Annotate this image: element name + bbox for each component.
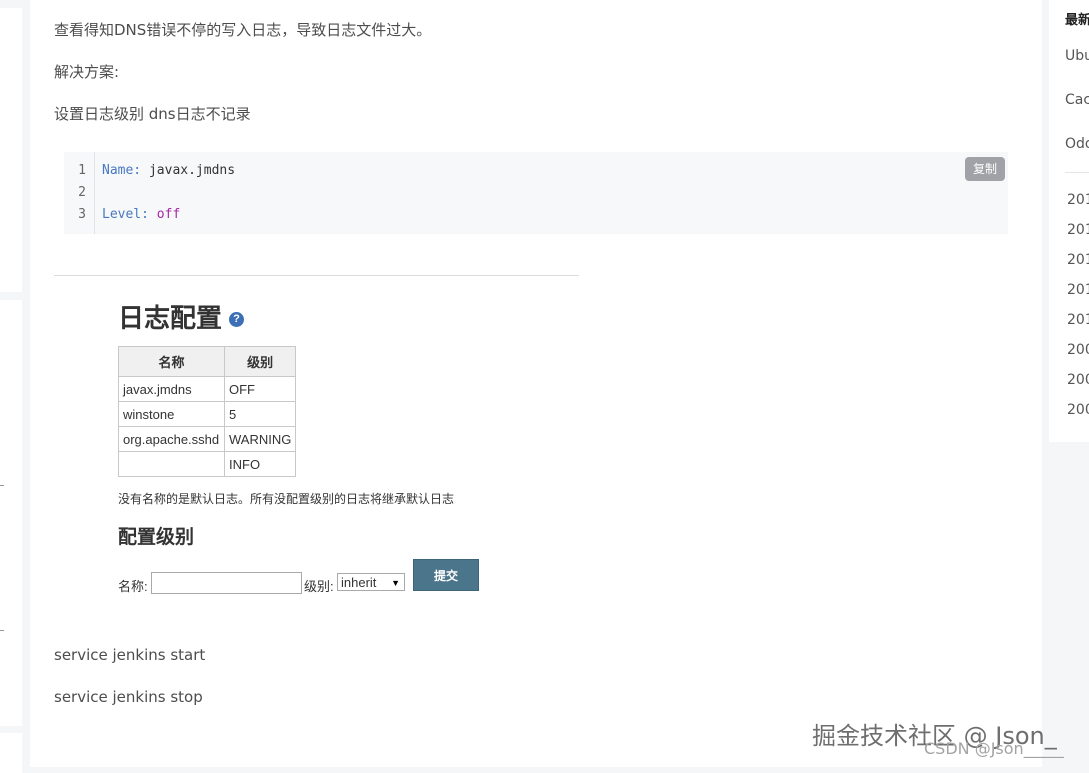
logger-name-input[interactable] [151,572,302,594]
sidebar-archive-item[interactable]: 201 [1067,252,1089,268]
article-paragraph-solution: 设置日志级别 dns日志不记录 [54,105,251,123]
sidebar-archive-item[interactable]: 201 [1067,312,1089,328]
left-sidebar [0,0,24,773]
code-line-numbers: 1 2 3 [64,152,95,234]
right-sidebar-latest: 最新 Ubu Cac Odo 201 201 201 201 201 200 2… [1049,0,1089,442]
table-cell-name [118,451,225,477]
left-card-tick [0,485,4,486]
code-block: 1 2 3 Name: javax.jmdns Level: off 复制 [64,152,1008,234]
left-card-top [0,8,22,292]
table-row: org.apache.sshd WARNING [118,426,297,452]
left-card-bottom [0,733,22,773]
copy-code-button[interactable]: 复制 [965,157,1005,181]
article-command-stop: service jenkins stop [54,688,203,706]
sidebar-archive-item[interactable]: 200 [1067,402,1089,418]
article-content: 查看得知DNS错误不停的写入日志，导致日志文件过大。 解决方案: 设置日志级别 … [30,0,1042,767]
article-paragraph-solution-heading: 解决方案: [54,63,120,81]
question-circle-icon[interactable]: ? [229,312,244,327]
code-value: off [156,207,181,222]
table-cell-level: 5 [223,401,297,427]
table-header-name: 名称 [118,346,225,377]
sidebar-item-latest[interactable]: Cac [1065,92,1089,108]
table-cell-level: INFO [223,451,297,477]
code-key: Level: [102,207,149,222]
article-paragraph-problem: 查看得知DNS错误不停的写入日志，导致日志文件过大。 [54,21,432,39]
divider [54,275,579,276]
table-cell-level: WARNING [223,426,297,452]
sidebar-archive-item[interactable]: 200 [1067,372,1089,388]
table-row: INFO [118,451,297,477]
table-cell-name: org.apache.sshd [118,426,225,452]
code-key: Name: [102,163,142,178]
sidebar-divider [1065,172,1089,173]
code-line-number: 3 [78,207,86,222]
table-cell-name: javax.jmdns [118,376,225,402]
level-select-value: inherit [341,575,377,590]
sidebar-item-latest[interactable]: Odo [1065,136,1089,152]
name-label: 名称: [118,579,148,594]
left-card-tick [0,630,4,631]
table-row: javax.jmdns OFF [118,376,297,402]
config-level-heading: 配置级别 [118,527,195,548]
table-header-level: 级别 [223,346,297,377]
submit-button[interactable]: 提交 [413,559,479,591]
left-card-middle [0,300,22,726]
log-config-screenshot: 日志配置 ? 名称 级别 javax.jmdns OFF winstone 5 [118,298,538,608]
level-label: 级别: [304,579,334,594]
table-cell-level: OFF [223,376,297,402]
level-select[interactable]: inherit ▼ [337,573,405,591]
sidebar-archive-item[interactable]: 200 [1067,342,1089,358]
code-line: Level: off [102,207,180,222]
sidebar-archive-item[interactable]: 201 [1067,222,1089,238]
triangle-down-icon: ▼ [391,578,400,588]
table-row: winstone 5 [118,401,297,427]
sidebar-archive-item[interactable]: 201 [1067,192,1089,208]
sidebar-archive-item[interactable]: 201 [1067,282,1089,298]
csdn-watermark: CSDN @Json_____ [924,739,1064,758]
article-command-start: service jenkins start [54,646,206,664]
sidebar-item-latest[interactable]: Ubu [1065,48,1089,64]
log-config-table: 名称 级别 javax.jmdns OFF winstone 5 org.apa… [118,346,297,477]
code-line-number: 2 [78,185,86,200]
code-value: javax.jmdns [148,163,236,178]
table-header-row: 名称 级别 [118,346,297,377]
log-config-title: 日志配置 [118,303,223,333]
log-config-note: 没有名称的是默认日志。所有没配置级别的日志将继承默认日志 [118,492,455,506]
code-line-number: 1 [78,163,86,178]
sidebar-title: 最新 [1065,13,1089,28]
table-cell-name: winstone [118,401,225,427]
code-line: Name: javax.jmdns [102,163,235,178]
